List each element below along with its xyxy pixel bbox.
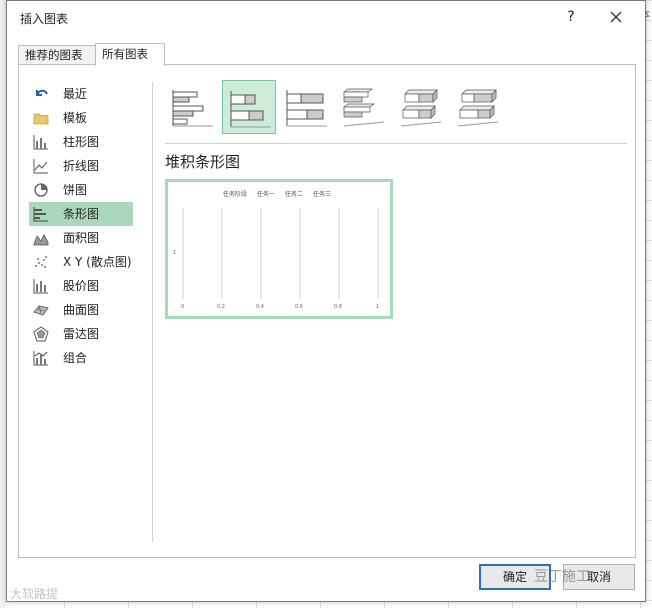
preview-tick-4: 0.6	[295, 304, 303, 310]
sidebar-item-recent[interactable]: 最近	[29, 82, 133, 106]
stacked-bar-icon	[230, 91, 271, 128]
dialog-title: 插入图表	[20, 12, 69, 26]
radar-chart-icon	[33, 326, 49, 342]
sidebar-item-stock[interactable]: 股价图	[29, 274, 133, 298]
tab-all-charts[interactable]: 所有图表	[95, 43, 165, 66]
subtype-stacked-bar[interactable]	[222, 80, 276, 134]
watermark-left: 大软路提	[10, 587, 59, 601]
preview-chart: 任务阶段 任务一 任务二 任务三 1 0 0.2 0.4 0.6 0.8 1	[173, 190, 379, 310]
subtype-3d-stacked-bar[interactable]	[393, 80, 447, 134]
close-icon	[610, 11, 622, 23]
sidebar-item-combo[interactable]: 组合	[29, 346, 133, 370]
preview-tick-6: 1	[376, 304, 379, 310]
preview-legend-1: 任务阶段	[223, 190, 247, 198]
100-stacked-bar-icon	[286, 90, 327, 127]
all-charts-panel: 最近 模板 柱形图 折线图 饼图 条形图 面积图 X Y (散点图) 股价图 曲…	[18, 64, 636, 558]
preview-legend-2: 任务一	[257, 190, 275, 198]
sidebar-item-label: 面积图	[63, 231, 100, 245]
preview-tick-3: 0.4	[256, 304, 264, 310]
3d-stacked-bar-icon	[400, 89, 442, 127]
watermark-right: 豆丁施工	[534, 569, 590, 585]
preview-legend-4: 任务三	[313, 190, 331, 198]
undo-icon	[33, 86, 49, 102]
combo-chart-icon	[33, 350, 49, 366]
vertical-divider	[152, 82, 153, 542]
tab-recommended-charts[interactable]: 推荐的图表	[18, 45, 102, 65]
bar-chart-icon	[33, 206, 49, 222]
3d-100-stacked-bar-icon	[457, 89, 499, 127]
line-chart-icon	[33, 158, 49, 174]
subtype-100-stacked-bar[interactable]	[279, 80, 333, 134]
preview-category-label: 1	[173, 250, 176, 256]
sidebar-item-line[interactable]: 折线图	[29, 154, 133, 178]
sidebar-item-radar[interactable]: 雷达图	[29, 322, 133, 346]
column-chart-icon	[33, 134, 49, 150]
area-chart-icon	[33, 230, 49, 246]
sidebar-item-pie[interactable]: 饼图	[29, 178, 133, 202]
help-button[interactable]: ?	[560, 6, 582, 28]
insert-chart-dialog: 插入图表 ? 推荐的图表 所有图表 最近 模板 柱形图 折线图 饼图 条形图 面…	[6, 0, 646, 602]
sidebar-item-templates[interactable]: 模板	[29, 106, 133, 130]
3d-clustered-bar-icon	[342, 88, 385, 127]
sidebar-item-column[interactable]: 柱形图	[29, 130, 133, 154]
sidebar-item-label: 曲面图	[63, 303, 100, 317]
sidebar-item-label: 折线图	[63, 159, 100, 173]
sidebar-item-label: 最近	[63, 87, 88, 101]
sidebar-item-label: X Y (散点图)	[63, 255, 132, 269]
sidebar-item-label: 组合	[63, 351, 88, 365]
chart-type-list: 最近 模板 柱形图 折线图 饼图 条形图 面积图 X Y (散点图) 股价图 曲…	[29, 82, 139, 370]
surface-chart-icon	[33, 302, 49, 318]
sidebar-item-bar[interactable]: 条形图	[29, 202, 133, 226]
sidebar-item-label: 雷达图	[63, 327, 100, 341]
sidebar-item-label: 模板	[63, 111, 88, 125]
close-button[interactable]	[605, 6, 627, 28]
preview-legend-3: 任务二	[285, 190, 303, 198]
sidebar-item-label: 条形图	[63, 207, 100, 221]
subtype-3d-clustered-bar[interactable]	[336, 80, 390, 134]
subtype-3d-100-stacked-bar[interactable]	[450, 80, 504, 134]
sidebar-item-area[interactable]: 面积图	[29, 226, 133, 250]
sidebar-item-scatter[interactable]: X Y (散点图)	[29, 250, 133, 274]
chart-preview[interactable]: 任务阶段 任务一 任务二 任务三 1 0 0.2 0.4 0.6 0.8 1	[165, 179, 393, 319]
horizontal-divider	[165, 143, 627, 144]
preview-tick-1: 0	[181, 304, 184, 310]
preview-tick-5: 0.8	[334, 304, 342, 310]
sidebar-item-surface[interactable]: 曲面图	[29, 298, 133, 322]
preview-tick-2: 0.2	[217, 304, 225, 310]
sidebar-item-label: 柱形图	[63, 135, 100, 149]
folder-icon	[33, 110, 49, 126]
clustered-bar-icon	[172, 90, 213, 127]
selected-chart-name: 堆积条形图	[165, 153, 241, 171]
scatter-chart-icon	[33, 254, 49, 270]
stock-chart-icon	[33, 278, 49, 294]
title-bar: 插入图表 ?	[7, 1, 645, 35]
sidebar-item-label: 股价图	[63, 279, 100, 293]
sidebar-item-label: 饼图	[63, 183, 88, 197]
subtype-clustered-bar[interactable]	[165, 80, 219, 134]
pie-chart-icon	[33, 182, 49, 198]
